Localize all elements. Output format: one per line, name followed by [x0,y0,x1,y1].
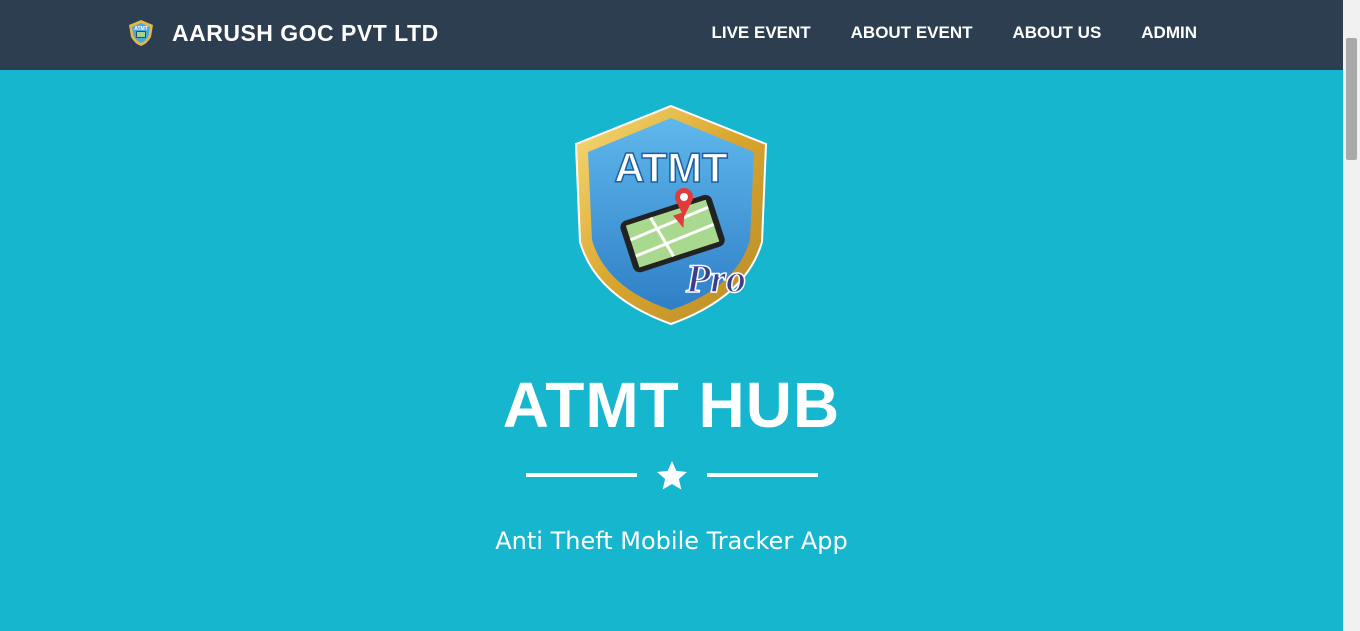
masthead: ATMT Pro ATMT HUB Anti Theft Mobile Trac… [0,70,1343,631]
scrollbar-thumb[interactable] [1346,38,1357,160]
navbar: ATMT AARUSH GOC PVT LTD LIVE EVENT ABOUT… [0,0,1343,70]
nav-live-event[interactable]: LIVE EVENT [711,23,810,43]
star-icon [657,461,687,490]
divider-line-right [707,473,818,477]
atmt-pro-logo: ATMT Pro [574,104,768,326]
nav-links: LIVE EVENT ABOUT EVENT ABOUT US ADMIN [711,23,1197,43]
brand-link[interactable]: ATMT AARUSH GOC PVT LTD [126,18,439,48]
shield-logo-icon: ATMT [129,20,153,46]
hero-title: ATMT HUB [502,369,841,441]
star-divider [526,458,818,494]
logo-sub-text: Pro [685,256,746,301]
hero-subtitle: Anti Theft Mobile Tracker App [495,527,848,555]
scrollbar[interactable] [1343,0,1360,631]
divider-line-left [526,473,637,477]
nav-admin[interactable]: ADMIN [1141,23,1197,43]
nav-about-event[interactable]: ABOUT EVENT [851,23,973,43]
svg-text:ATMT: ATMT [134,26,148,32]
logo-text: ATMT [614,144,728,191]
brand-name: AARUSH GOC PVT LTD [172,19,439,46]
nav-about-us[interactable]: ABOUT US [1013,23,1102,43]
